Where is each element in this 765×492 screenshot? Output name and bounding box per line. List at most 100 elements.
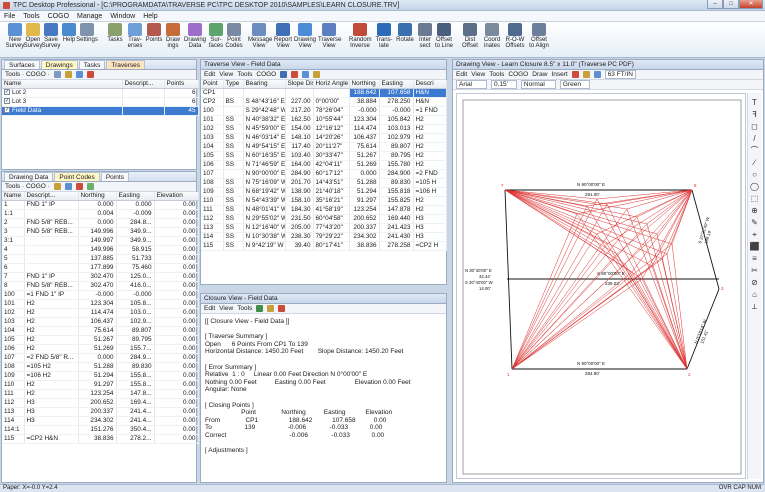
grid-icon[interactable]: [75, 71, 83, 78]
col-northing[interactable]: Northing: [78, 192, 117, 201]
col-easting[interactable]: Easting: [116, 192, 155, 201]
drawing-canvas[interactable]: N 90°00'00" E 291.00' S 90°00'00" E 239.03'…: [456, 93, 746, 479]
table-row[interactable]: 105 H2 51.267 89.795 0.00: [2, 335, 199, 345]
drawing-menu-edit[interactable]: Edit: [456, 71, 467, 78]
table-row[interactable]: 100 =1 FND 1" IP -0.000 -0.000 0.00: [2, 290, 199, 300]
points-tools-menu[interactable]: Tools · COGO ·: [5, 183, 50, 190]
table-row[interactable]: 108 =105 H2 51.288 89.830 0.00: [2, 362, 199, 372]
ribbon-button-drawing-data[interactable]: Drawing Data: [184, 23, 206, 49]
col-type[interactable]: Type: [223, 80, 244, 89]
pan-icon[interactable]: [582, 71, 590, 78]
ribbon-button-offset-to-align[interactable]: Offset to Align: [528, 23, 550, 49]
ribbon-button-point-codes[interactable]: Point Codes: [223, 23, 245, 49]
checkbox[interactable]: ✓: [4, 98, 10, 105]
ribbon-button-draw-ings[interactable]: Draw ings: [162, 23, 184, 49]
table-row[interactable]: 104 H2 75.614 89.807 0.00: [2, 326, 199, 336]
menu-tools[interactable]: Tools: [23, 13, 39, 20]
checkbox[interactable]: ✓: [4, 89, 10, 96]
drawing-menu-draw[interactable]: Draw: [532, 71, 547, 78]
zoom-icon[interactable]: [593, 71, 601, 78]
slant-line-icon[interactable]: ∕: [748, 157, 761, 169]
col-descript[interactable]: Descript...: [122, 80, 165, 89]
checkbox[interactable]: ✓: [4, 107, 10, 114]
flag-icon[interactable]: [291, 71, 299, 78]
table-row[interactable]: 3:1 149.997 349.9... 0.00: [2, 236, 199, 246]
perpendicular-icon[interactable]: ⟂: [748, 301, 761, 313]
table-row[interactable]: 115 =CP2 H&N 38.836 278.2... 0.00: [2, 434, 199, 444]
table-row[interactable]: CP1 188.642 107.658 H&N: [201, 88, 447, 98]
table-row[interactable]: 108 SS N 75°16'09" W 201.70 14°43'51" 51.288 8…: [201, 178, 447, 188]
circle-icon[interactable]: ○: [748, 169, 761, 181]
col-elevation[interactable]: Elevation: [154, 192, 199, 201]
ribbon-button-offset-to-line[interactable]: Offset to Line: [433, 23, 455, 49]
menu-file[interactable]: File: [4, 13, 15, 20]
no-icon[interactable]: ⊘: [748, 277, 761, 289]
table-row[interactable]: 109 =106 H2 51.294 155.8... 0.00: [2, 371, 199, 381]
ribbon-button-dist-offset[interactable]: Dist Offset: [459, 23, 481, 49]
tab-tasks[interactable]: Tasks: [78, 60, 106, 69]
tab-point-codes[interactable]: Point Codes: [54, 172, 100, 181]
table-row[interactable]: 4 149.996 58.915 0.00: [2, 245, 199, 255]
lines-icon[interactable]: ≡: [748, 253, 761, 265]
table-row[interactable]: ✓ Lot 3 6: [2, 97, 199, 107]
table-row[interactable]: ✓ Lot 2 6: [2, 88, 199, 98]
ribbon-button-rotate[interactable]: Rotate: [394, 23, 416, 43]
ribbon-button-drawing-view[interactable]: Drawing View: [294, 23, 316, 49]
col-descri[interactable]: Descri: [413, 80, 447, 89]
delete-icon[interactable]: [75, 183, 83, 190]
col-descript[interactable]: Descript...: [24, 192, 79, 201]
pointer-icon[interactable]: [571, 71, 579, 78]
table-row[interactable]: 6 177.899 75.460 0.00: [2, 263, 199, 273]
ellipse-icon[interactable]: ◯: [748, 181, 761, 193]
ribbon-button-r-o-w-offsets[interactable]: R-O-W Offsets: [504, 23, 526, 49]
traverse-menu-view[interactable]: View: [219, 71, 233, 78]
ribbon-button-trans-late[interactable]: Trans-late: [373, 23, 395, 49]
col-points[interactable]: Points: [164, 80, 199, 89]
col-northing[interactable]: Northing: [349, 80, 380, 89]
table-row[interactable]: 7 FND 1" IP 302.470 125.0... 0.00: [2, 272, 199, 282]
add-icon[interactable]: [53, 71, 61, 78]
font-select[interactable]: Arial: [456, 80, 488, 89]
traverse-menu-cogo[interactable]: COGO: [256, 71, 276, 78]
drawing-menu-insert[interactable]: Insert: [551, 71, 567, 78]
refresh-icon[interactable]: [256, 305, 264, 312]
table-row[interactable]: 3 FND 5/8" REB... 149.996 349.9... 0.00: [2, 227, 199, 237]
drawing-menu-view[interactable]: View: [471, 71, 485, 78]
table-row[interactable]: CP2 BS S 48°43'16" E 227.00 0°00'00" 38.884 27…: [201, 97, 447, 107]
table-row[interactable]: 101 SS N 40°38'32" E 162.50 10°55'44" 123.304…: [201, 115, 447, 125]
tab-drawing-data[interactable]: Drawing Data: [4, 172, 54, 181]
drawing-menu-tools[interactable]: Tools: [489, 71, 504, 78]
menu-help[interactable]: Help: [143, 13, 157, 20]
table-row[interactable]: 111 H2 123.254 147.8... 0.00: [2, 389, 199, 399]
table-row[interactable]: 115 SS N 9°42'19" W 39.40 80°17'41" 38.836 278…: [201, 241, 447, 251]
drawing-menu-cogo[interactable]: COGO: [508, 71, 528, 78]
table-row[interactable]: 112 SS N 29°55'02" W 231.50 60°04'58" 200.652…: [201, 214, 447, 224]
size-select[interactable]: 0.15': [491, 80, 517, 89]
mirror-text-icon[interactable]: ꟻ: [748, 109, 761, 121]
pencil-icon[interactable]: ✎: [748, 217, 761, 229]
folder-icon[interactable]: [64, 71, 72, 78]
delete-icon[interactable]: [86, 71, 94, 78]
closure-menu-edit[interactable]: Edit: [204, 305, 215, 312]
table-row[interactable]: 111 SS N 48°01'41" W 184.30 41°58'19" 123.254…: [201, 205, 447, 215]
col-name[interactable]: Name: [2, 192, 25, 201]
ribbon-button-coord-inates[interactable]: Coord inates: [481, 23, 503, 49]
menu-manage[interactable]: Manage: [77, 13, 102, 20]
rect-icon[interactable]: ◻: [748, 121, 761, 133]
grid-icon[interactable]: [302, 71, 310, 78]
drawing-scale[interactable]: 63 FT/IN: [604, 70, 636, 79]
col-horiz-angle[interactable]: Horiz Angle: [313, 80, 350, 89]
flag-icon[interactable]: [278, 305, 286, 312]
table-row[interactable]: 112 H3 200.652 169.4... 0.00: [2, 398, 199, 408]
traverses-tools-menu[interactable]: Tools · COGO ·: [5, 71, 50, 78]
fill-icon[interactable]: ⬛: [748, 241, 761, 253]
table-row[interactable]: 100 S 29°42'48" W 217.20 78°26'04" -0.000 -0.…: [201, 106, 447, 116]
closure-menu-tools[interactable]: Tools: [237, 305, 252, 312]
table-row[interactable]: 107 N 90°00'00" E 284.90 60°17'12" 0.000 284.…: [201, 169, 447, 179]
minimize-button[interactable]: –: [707, 0, 723, 9]
col-easting[interactable]: Easting: [379, 80, 414, 89]
closure-menu-view[interactable]: View: [219, 305, 233, 312]
tab-points[interactable]: Points: [100, 172, 129, 181]
maximize-button[interactable]: □: [723, 0, 739, 9]
col-name[interactable]: Name: [2, 80, 123, 89]
